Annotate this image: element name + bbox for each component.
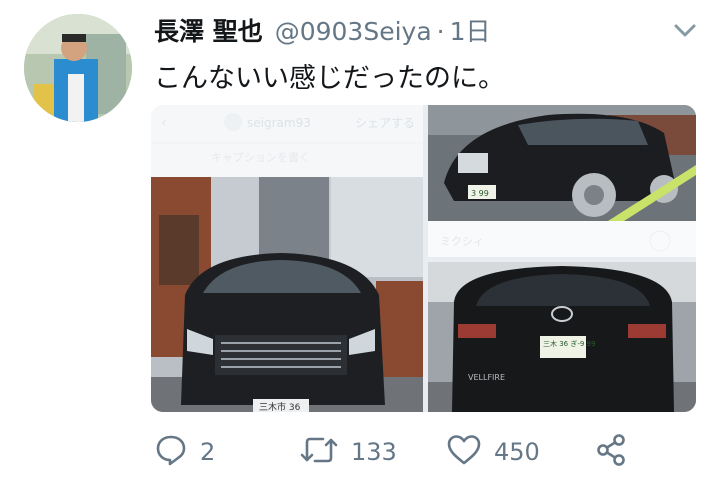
overlay-footer: ミクシィ xyxy=(440,235,484,248)
media-grid[interactable]: ‹ seigram93 シェアする キャプションを書く 三木市 36 ミクシィ … xyxy=(151,105,696,412)
overlay-caption-hint: キャプションを書く xyxy=(211,150,310,164)
like-count: 450 xyxy=(494,438,540,466)
share-button[interactable] xyxy=(594,432,628,472)
front-plate-text: 三木市 36 xyxy=(259,401,301,412)
reply-count: 2 xyxy=(200,438,216,466)
retweet-button[interactable]: 133 xyxy=(299,432,397,472)
retweet-count: 133 xyxy=(351,438,397,466)
rear-plate-text: 三木 36 ぎ-9 99 xyxy=(543,339,595,348)
chevron-down-icon[interactable] xyxy=(672,20,698,40)
separator-dot: · xyxy=(436,17,445,46)
reply-icon xyxy=(154,433,188,471)
media-photo-rear[interactable]: 三木 36 ぎ-9 99 VELLFIRE xyxy=(428,262,696,412)
avatar[interactable] xyxy=(24,14,132,122)
share-icon xyxy=(594,433,628,471)
tweet-text: こんないい感じだったのに。 xyxy=(154,63,505,94)
avatar-image xyxy=(24,14,132,122)
side-plate-text: 3 99 xyxy=(471,189,489,198)
overlay-share: シェアする xyxy=(355,116,415,130)
rear-badge: VELLFIRE xyxy=(468,373,505,382)
like-button[interactable]: 450 xyxy=(446,432,540,472)
media-photo-front[interactable]: ‹ seigram93 シェアする キャプションを書く 三木市 36 xyxy=(151,105,423,412)
user-handle[interactable]: @0903Seiya xyxy=(275,17,432,46)
tweet-header: 長澤 聖也 @0903Seiya · 1日 xyxy=(154,12,491,46)
reply-button[interactable]: 2 xyxy=(154,432,215,472)
like-icon xyxy=(446,433,482,471)
svg-text:‹: ‹ xyxy=(161,115,167,131)
display-name[interactable]: 長澤 聖也 xyxy=(154,12,263,48)
timestamp[interactable]: 1日 xyxy=(450,12,491,48)
overlay-account: seigram93 xyxy=(247,116,311,130)
retweet-icon xyxy=(299,433,339,471)
media-photo-side[interactable]: ミクシィ 3 99 xyxy=(428,105,696,257)
